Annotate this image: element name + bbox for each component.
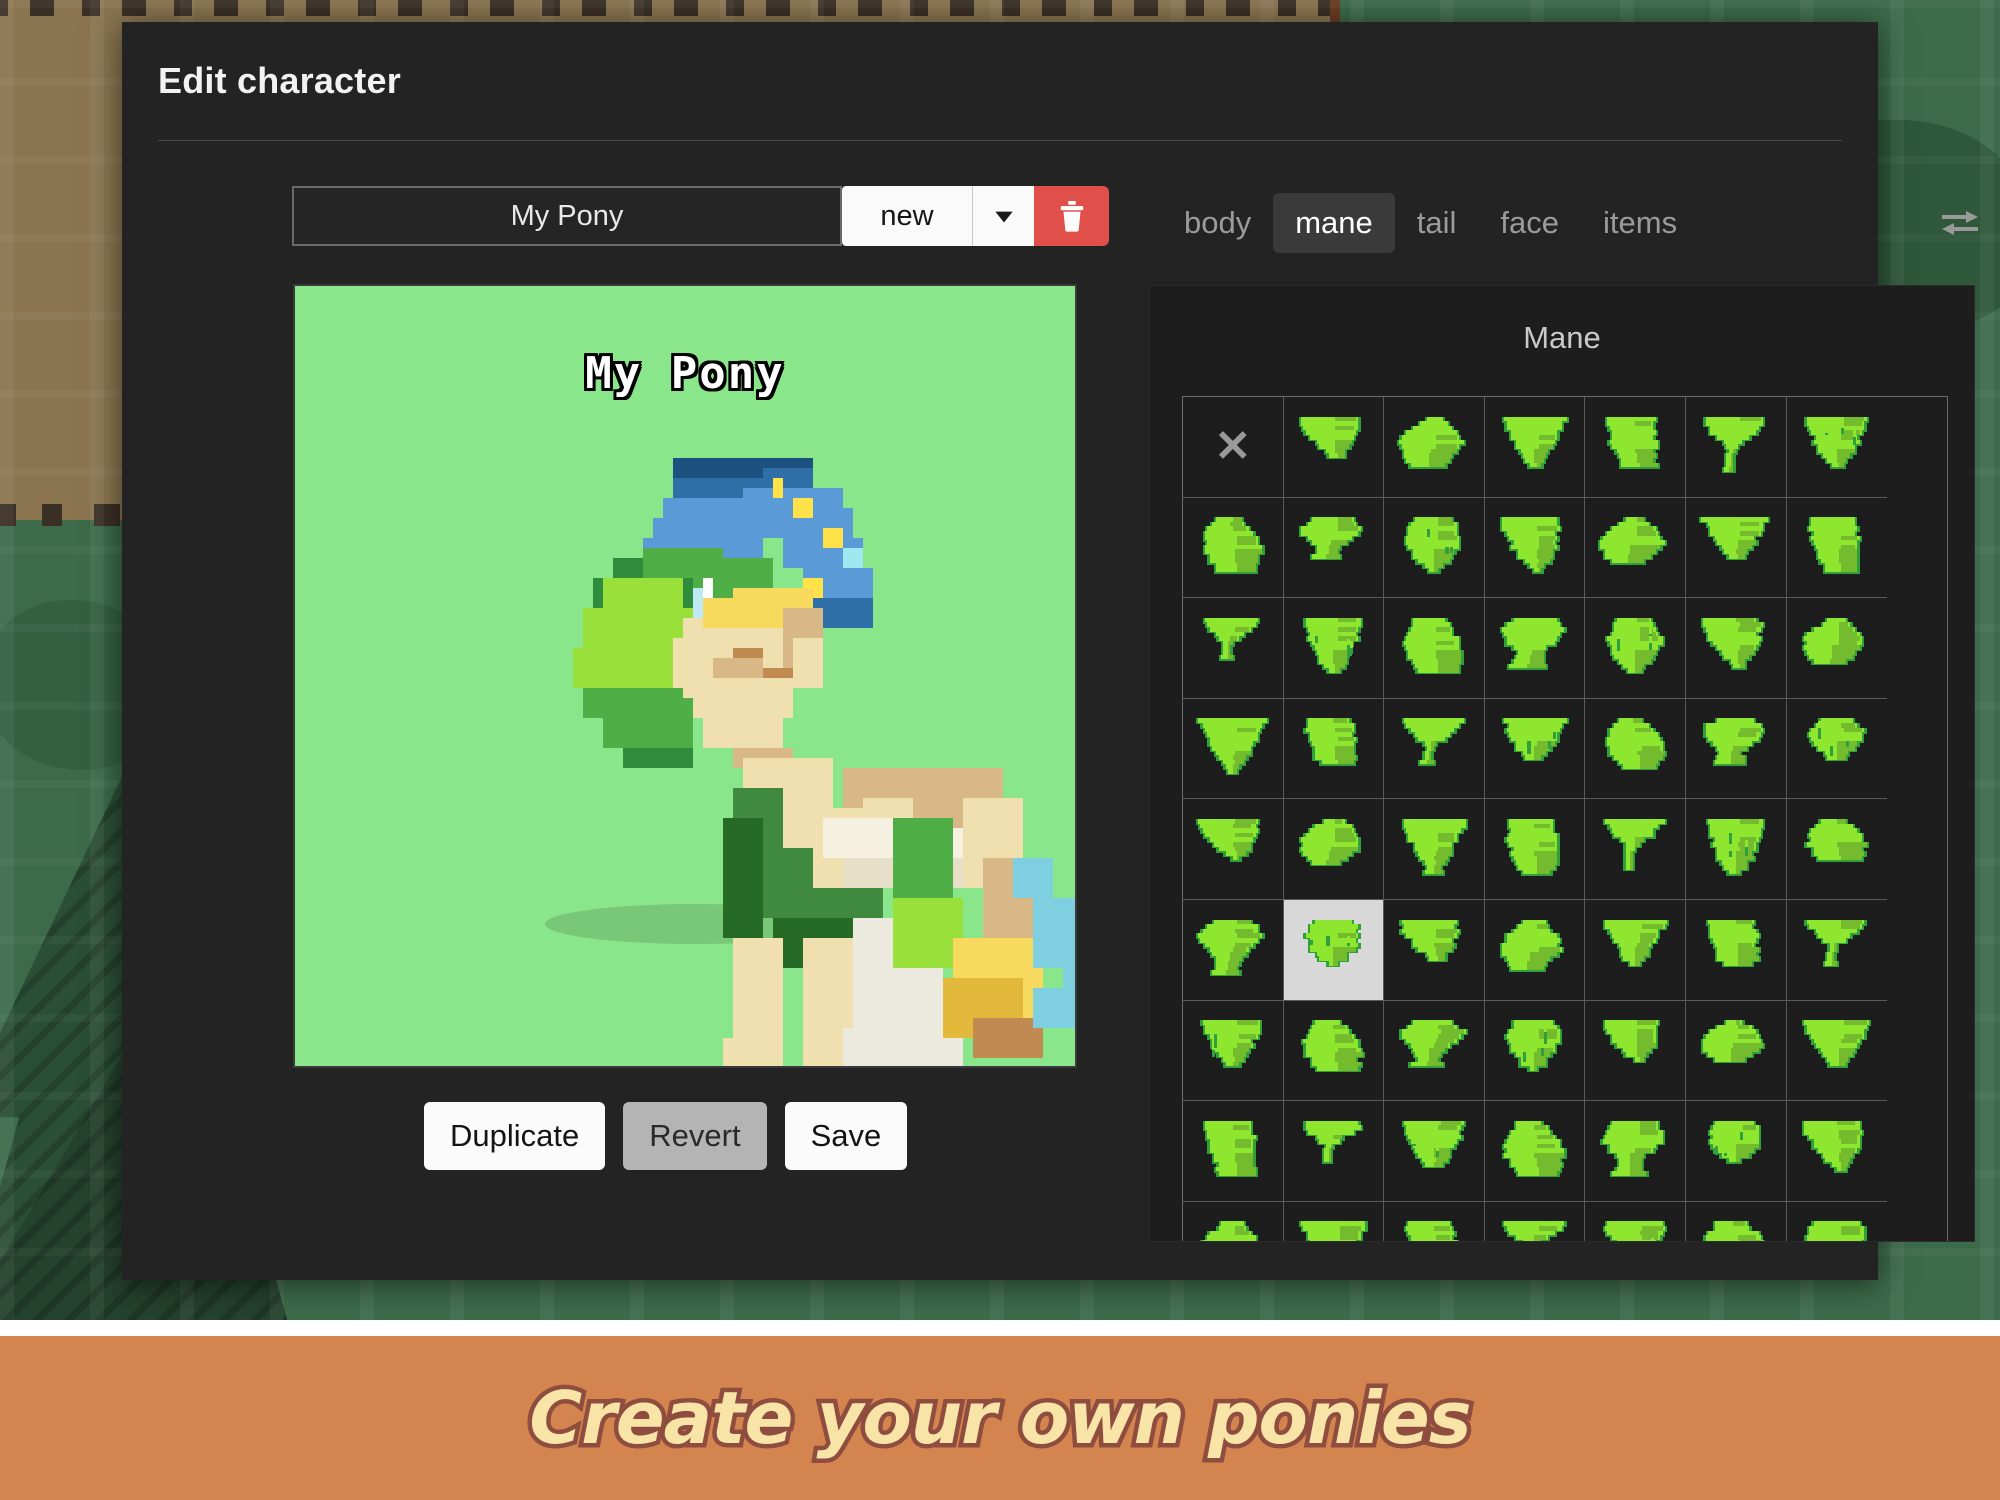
sprite-cell[interactable] — [1284, 799, 1385, 900]
sprite-cell[interactable] — [1686, 397, 1787, 498]
sprite-cell[interactable] — [1686, 799, 1787, 900]
edit-character-dialog: Edit character new My Pony Duplicate Rev… — [122, 22, 1878, 1280]
sprite-cell[interactable] — [1384, 598, 1485, 699]
tab-tail[interactable]: tail — [1395, 193, 1479, 253]
sprite-cell[interactable] — [1183, 1001, 1284, 1102]
sprite-cell[interactable] — [1384, 498, 1485, 599]
character-preview[interactable]: My Pony — [293, 284, 1077, 1068]
sprite-cell[interactable] — [1585, 498, 1686, 599]
sprite-cell[interactable] — [1485, 799, 1586, 900]
title-divider — [158, 140, 1842, 141]
character-name-input[interactable] — [292, 186, 842, 246]
sprite-cell[interactable] — [1183, 900, 1284, 1001]
sprite-cell[interactable] — [1384, 1202, 1485, 1242]
sprite-cell[interactable] — [1183, 1202, 1284, 1242]
sprite-cell[interactable] — [1485, 1202, 1586, 1242]
sprite-cell[interactable] — [1384, 1101, 1485, 1202]
sprite-cell[interactable] — [1284, 1202, 1385, 1242]
sprite-cell[interactable] — [1787, 397, 1888, 498]
tab-mane[interactable]: mane — [1273, 193, 1395, 253]
revert-button[interactable]: Revert — [623, 1102, 766, 1170]
preview-pony-name: My Pony — [295, 348, 1075, 399]
banner-white-divider — [0, 1320, 2000, 1336]
sprite-cell[interactable] — [1787, 799, 1888, 900]
sprite-cell[interactable] — [1284, 598, 1385, 699]
sprite-cell[interactable] — [1384, 397, 1485, 498]
sprite-cell[interactable] — [1183, 799, 1284, 900]
sprite-cell[interactable] — [1585, 598, 1686, 699]
sprite-cell[interactable] — [1585, 1101, 1686, 1202]
sprite-cell[interactable] — [1485, 699, 1586, 800]
swap-arrows-icon[interactable] — [1938, 203, 1982, 243]
sprite-grid-scroll[interactable]: ✕ — [1182, 396, 1948, 1242]
sprite-cell[interactable] — [1686, 900, 1787, 1001]
sprite-cell[interactable] — [1787, 900, 1888, 1001]
picker-title: Mane — [1150, 320, 1974, 356]
tab-face[interactable]: face — [1478, 193, 1581, 253]
sprite-cell[interactable] — [1183, 598, 1284, 699]
page-title: Edit character — [158, 60, 401, 102]
delete-character-button[interactable] — [1034, 186, 1109, 246]
sprite-cell[interactable] — [1485, 498, 1586, 599]
sprite-cell[interactable] — [1686, 598, 1787, 699]
part-picker-panel: Mane ✕ — [1149, 285, 1975, 1242]
sprite-cell[interactable] — [1787, 1202, 1888, 1242]
action-button-row: Duplicate Revert Save — [424, 1102, 907, 1170]
sprite-cell[interactable] — [1686, 1001, 1787, 1102]
sprite-cell[interactable] — [1485, 397, 1586, 498]
sprite-cell[interactable] — [1686, 498, 1787, 599]
character-name-row: new — [292, 186, 1109, 246]
save-button[interactable]: Save — [785, 1102, 908, 1170]
chevron-down-icon[interactable] — [972, 186, 1034, 246]
sprite-cell[interactable] — [1485, 1101, 1586, 1202]
sprite-cell[interactable] — [1183, 498, 1284, 599]
sprite-cell[interactable] — [1183, 1101, 1284, 1202]
sprite-grid: ✕ — [1183, 397, 1947, 1242]
sprite-cell[interactable] — [1686, 699, 1787, 800]
tab-body[interactable]: body — [1162, 193, 1273, 253]
sprite-cell[interactable] — [1585, 1202, 1686, 1242]
sprite-cell[interactable] — [1585, 900, 1686, 1001]
sprite-cell[interactable] — [1686, 1202, 1787, 1242]
sprite-cell[interactable] — [1183, 699, 1284, 800]
sprite-cell[interactable] — [1585, 699, 1686, 800]
sprite-cell-none[interactable]: ✕ — [1183, 397, 1284, 498]
sprite-cell[interactable] — [1787, 1101, 1888, 1202]
sprite-cell[interactable] — [1787, 1001, 1888, 1102]
sprite-cell[interactable] — [1284, 699, 1385, 800]
sprite-cell[interactable] — [1585, 397, 1686, 498]
sprite-cell[interactable] — [1284, 397, 1385, 498]
sprite-cell[interactable] — [1284, 900, 1385, 1001]
sprite-cell[interactable] — [1284, 1101, 1385, 1202]
sprite-cell[interactable] — [1686, 1101, 1787, 1202]
promo-banner: Create your own ponies — [0, 1336, 2000, 1500]
promo-banner-text: Create your own ponies — [529, 1376, 1470, 1460]
sprite-cell[interactable] — [1384, 699, 1485, 800]
part-category-tabs: body mane tail face items — [1162, 190, 1982, 256]
sprite-cell[interactable] — [1284, 498, 1385, 599]
sprite-cell[interactable] — [1384, 1001, 1485, 1102]
preset-dropdown-value[interactable]: new — [842, 186, 972, 246]
sprite-cell[interactable] — [1384, 799, 1485, 900]
pony-sprite — [513, 458, 893, 958]
sprite-cell[interactable] — [1787, 498, 1888, 599]
sprite-cell[interactable] — [1787, 598, 1888, 699]
duplicate-button[interactable]: Duplicate — [424, 1102, 605, 1170]
tab-items[interactable]: items — [1581, 193, 1699, 253]
sprite-cell[interactable] — [1787, 699, 1888, 800]
close-icon: ✕ — [1214, 425, 1251, 469]
sprite-cell[interactable] — [1485, 1001, 1586, 1102]
sprite-cell[interactable] — [1485, 900, 1586, 1001]
sprite-cell[interactable] — [1485, 598, 1586, 699]
sprite-cell[interactable] — [1384, 900, 1485, 1001]
sprite-cell[interactable] — [1284, 1001, 1385, 1102]
sprite-cell[interactable] — [1585, 1001, 1686, 1102]
sprite-cell[interactable] — [1585, 799, 1686, 900]
